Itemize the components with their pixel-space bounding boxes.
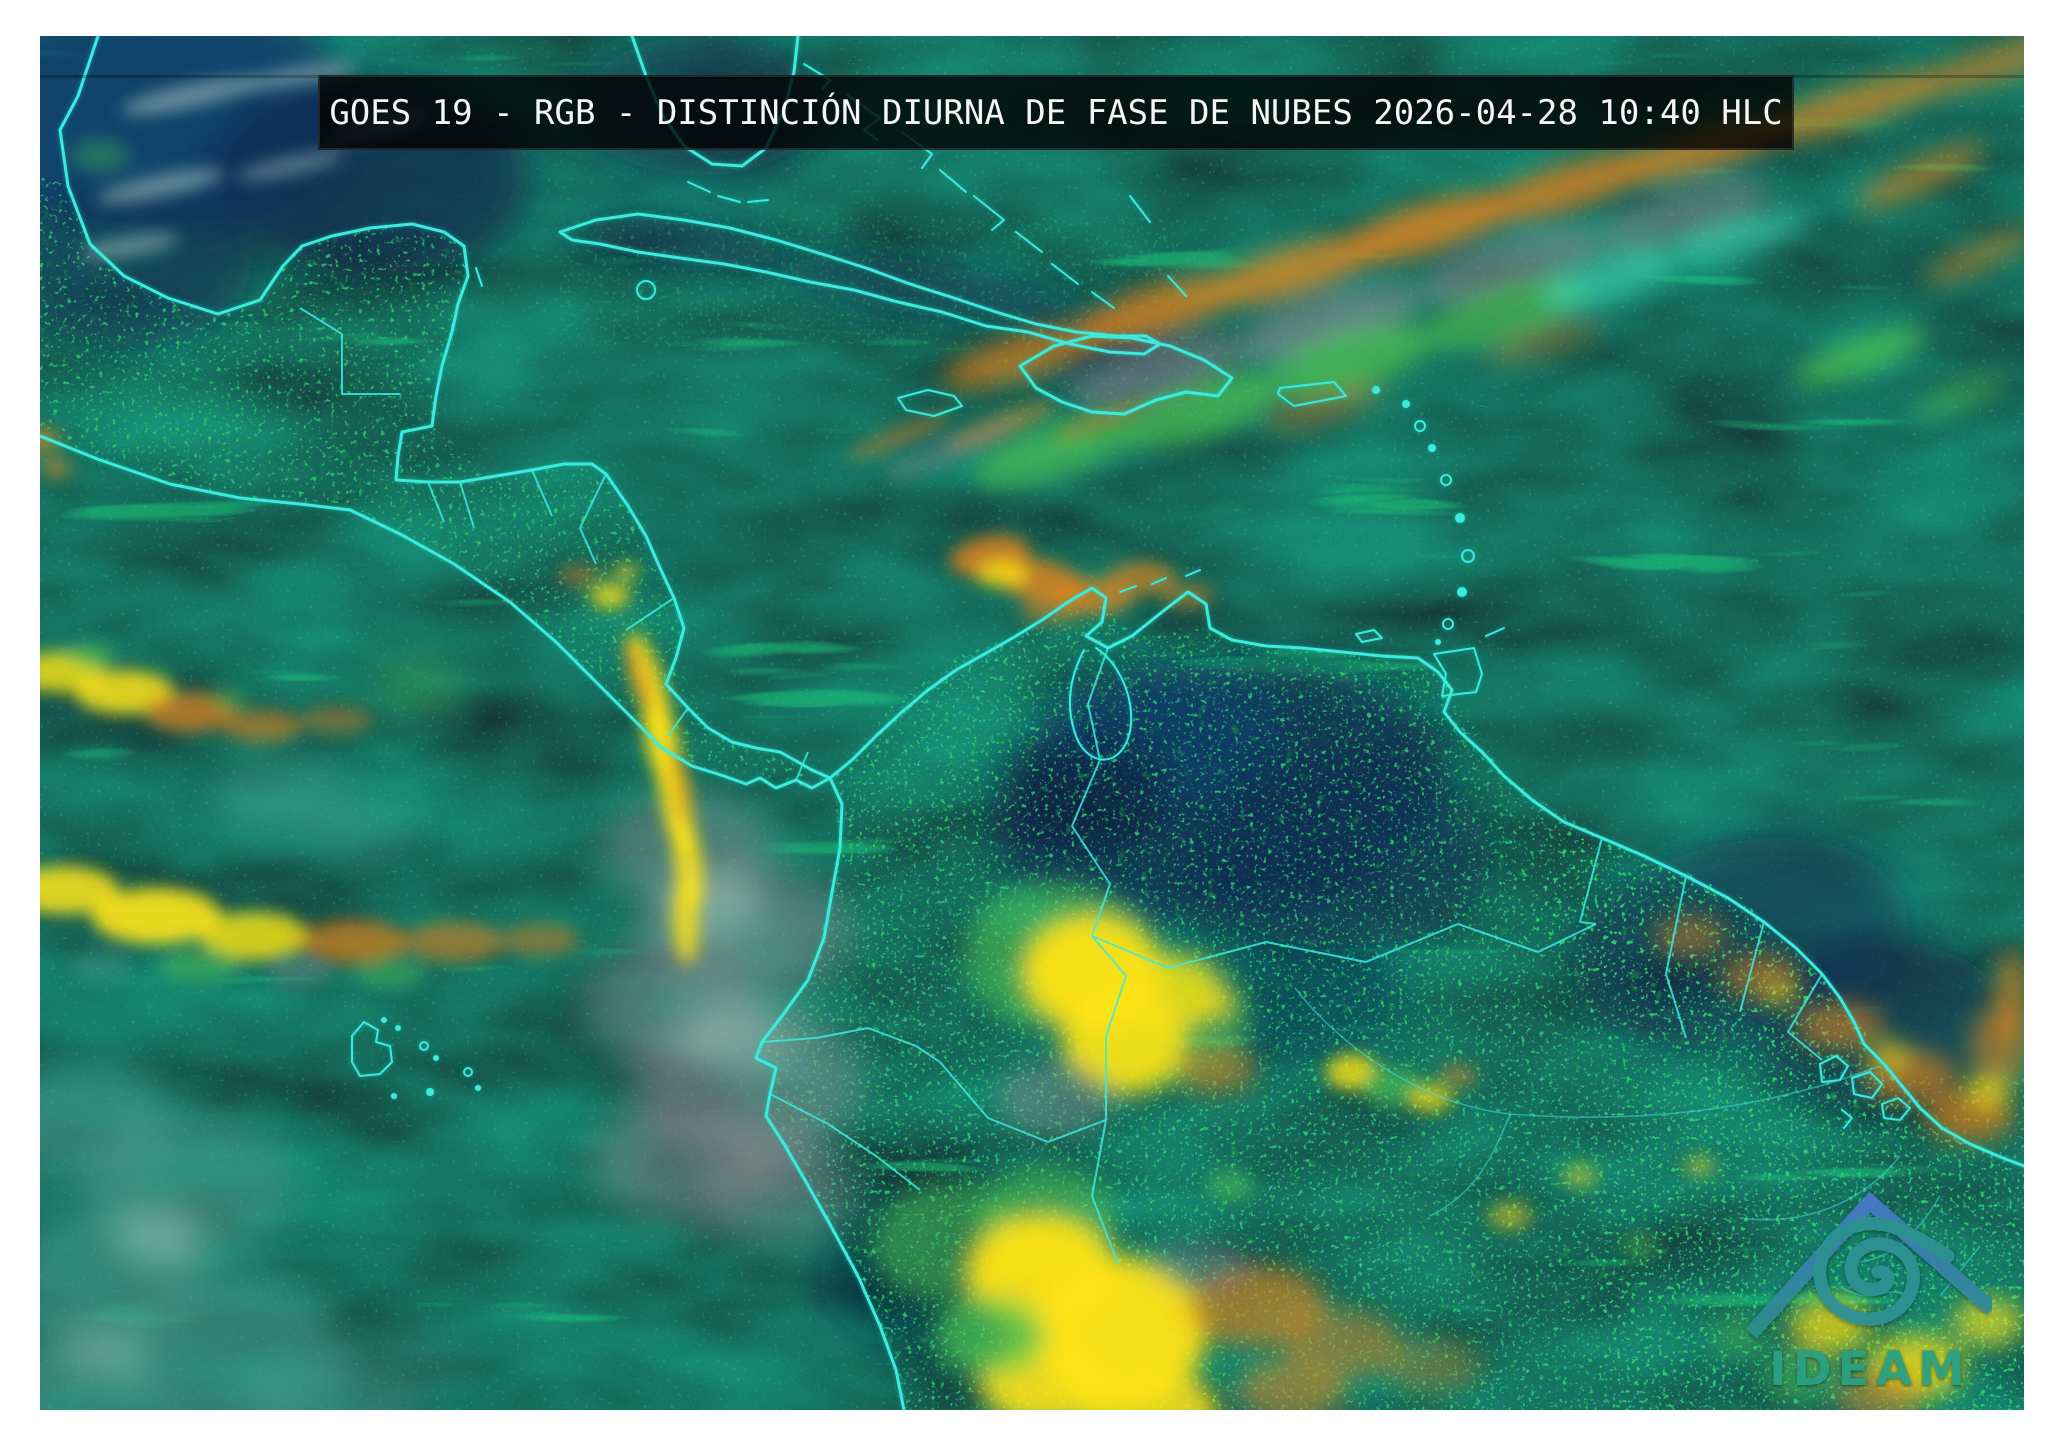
satellite-image-frame: GOES 19 - RGB - DISTINCIÓN DIURNA DE FAS…	[0, 0, 2063, 1447]
ideam-logo-text: IDEAM	[1748, 1346, 1992, 1393]
image-title-bar: GOES 19 - RGB - DISTINCIÓN DIURNA DE FAS…	[318, 75, 1794, 150]
satellite-map	[40, 36, 2024, 1410]
satellite-map-art	[40, 36, 2024, 1410]
ideam-logo-icon	[1748, 1168, 1992, 1344]
ideam-logo: IDEAM	[1748, 1168, 1992, 1400]
image-title: GOES 19 - RGB - DISTINCIÓN DIURNA DE FAS…	[329, 96, 1782, 130]
